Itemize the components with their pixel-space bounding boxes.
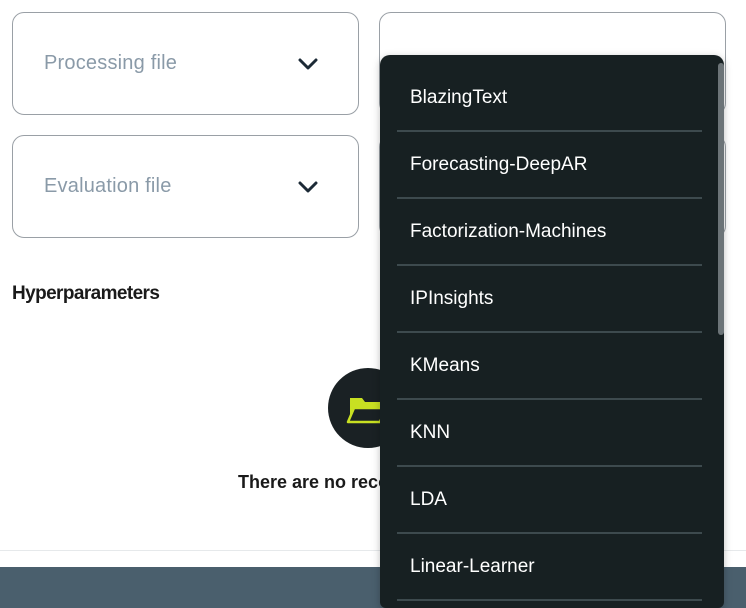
algorithm-options-list: BlazingText Forecasting-DeepAR Factoriza… (380, 55, 724, 601)
option-blazingtext[interactable]: BlazingText (380, 65, 724, 132)
option-kmeans[interactable]: KMeans (380, 333, 724, 400)
option-ipinsights[interactable]: IPInsights (380, 266, 724, 333)
option-label: KNN (410, 421, 451, 443)
dropdown-scrollbar-thumb[interactable] (718, 63, 724, 335)
chevron-down-icon (298, 58, 318, 69)
option-label: Linear-Learner (410, 555, 535, 577)
option-knn[interactable]: KNN (380, 400, 724, 467)
page: Processing file Evaluation file Hyperpar… (0, 0, 746, 608)
option-forecasting-deepar[interactable]: Forecasting-DeepAR (380, 132, 724, 199)
algorithm-dropdown-menu[interactable]: BlazingText Forecasting-DeepAR Factoriza… (380, 55, 724, 608)
processing-file-select[interactable]: Processing file (12, 12, 359, 115)
option-lda[interactable]: LDA (380, 467, 724, 534)
chevron-down-icon (298, 181, 318, 192)
option-factorization-machines[interactable]: Factorization-Machines (380, 199, 724, 266)
option-label: KMeans (410, 354, 480, 376)
empty-state-text: There are no reco (238, 472, 390, 492)
option-label: LDA (410, 488, 447, 510)
processing-file-label: Processing file (44, 52, 178, 74)
option-label: BlazingText (410, 86, 508, 108)
evaluation-file-select[interactable]: Evaluation file (12, 135, 359, 238)
option-label: Factorization-Machines (410, 220, 607, 242)
option-linear-learner[interactable]: Linear-Learner (380, 534, 724, 601)
option-label: Forecasting-DeepAR (410, 153, 588, 175)
evaluation-file-label: Evaluation file (44, 175, 172, 197)
hyperparameters-heading: Hyperparameters (12, 283, 160, 304)
option-label: IPInsights (410, 287, 494, 309)
